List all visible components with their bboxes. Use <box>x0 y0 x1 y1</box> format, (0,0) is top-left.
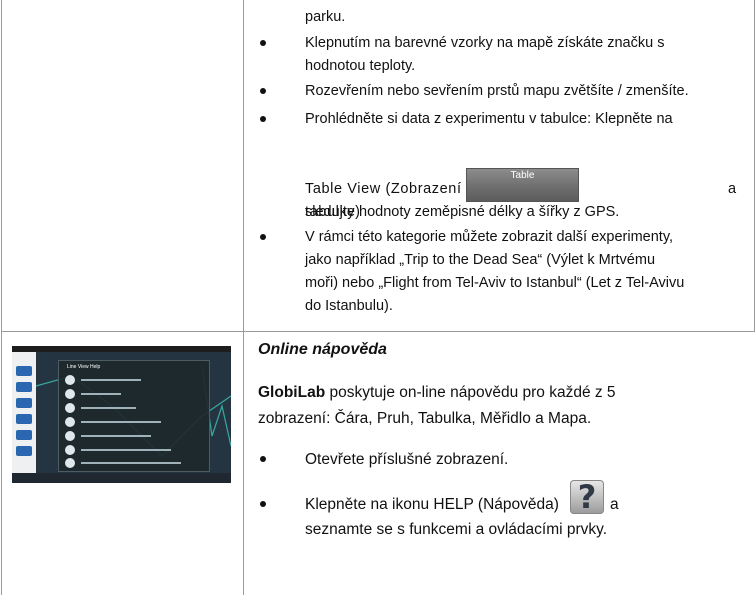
help-icon[interactable]: ? <box>570 478 604 516</box>
table-column-divider <box>243 0 244 595</box>
bullet-text-line: hodnotou teploty. <box>305 58 416 74</box>
thumb-help-row-icon <box>65 417 75 427</box>
bullet <box>260 88 266 94</box>
bullet <box>260 234 266 240</box>
section-heading: Online nápověda <box>258 341 387 358</box>
bullet-text-line: Klepnutím na barevné vzorky na mapě získ… <box>305 35 665 51</box>
bullet-text-line: V rámci této kategorie můžete zobrazit d… <box>305 229 674 245</box>
bullet <box>260 40 266 46</box>
text-word: a <box>610 496 619 513</box>
thumb-help-row-icon <box>65 458 75 468</box>
bullet <box>260 456 266 462</box>
thumb-help-row-text <box>81 421 161 423</box>
table-view-button[interactable]: Table <box>466 168 579 202</box>
bullet-text-line: Prohlédněte si data z experimentu v tabu… <box>305 111 673 127</box>
table-view-button-label: Table <box>510 170 535 181</box>
table-border-right <box>754 0 755 331</box>
bullet-text-line: jako například „Trip to the Dead Sea“ (V… <box>305 252 656 268</box>
thumb-help-row-icon <box>65 375 75 385</box>
bullet <box>260 501 266 507</box>
thumb-help-row-icon <box>65 431 75 441</box>
bullet <box>260 116 266 122</box>
thumb-help-row-text <box>81 393 121 395</box>
thumb-help-row-text <box>81 407 136 409</box>
text-word: a <box>728 181 737 197</box>
bullet-text-line: moři) nebo „Flight from Tel-Aviv to Ista… <box>305 275 685 291</box>
intro-paragraph: GlobiLab poskytuje on-line nápovědu pro … <box>258 380 616 405</box>
thumb-help-row-icon <box>65 445 75 455</box>
thumb-help-panel: Line View Help <box>58 360 210 472</box>
intro-text: poskytuje on-line nápovědu pro každé z 5 <box>325 384 616 401</box>
thumb-panel-title: Line View Help <box>67 364 101 370</box>
thumb-tab-bar <box>12 473 231 483</box>
thumb-help-row-icon <box>65 403 75 413</box>
bullet-text-line: Rozevřením nebo sevřením prstů mapu zvět… <box>305 83 689 99</box>
bullet-text-line: seznamte se s funkcemi a ovládacími prvk… <box>305 521 608 538</box>
table-row-divider <box>1 331 755 332</box>
text-line: parku. <box>305 9 346 25</box>
bullet-text-line: do Istanbulu). <box>305 298 393 314</box>
help-icon-glyph: ? <box>577 478 597 516</box>
intro-paragraph-line: zobrazení: Čára, Pruh, Tabulka, Měřidlo … <box>258 410 592 427</box>
bullet-text-line: Otevřete příslušné zobrazení. <box>305 451 509 468</box>
thumb-help-row-icon <box>65 389 75 399</box>
thumb-help-row-text <box>81 462 181 464</box>
globilab-help-screenshot: Line View Help <box>12 346 231 483</box>
text-line: sledujte hodnoty zeměpisné délky a šířky… <box>305 204 620 220</box>
table-border-left <box>1 0 2 595</box>
thumb-help-row-text <box>81 449 171 451</box>
thumb-help-row-text <box>81 435 151 437</box>
bullet-text-line: Klepněte na ikonu HELP (Nápověda) <box>305 496 559 513</box>
thumb-help-row-text <box>81 379 141 381</box>
app-name: GlobiLab <box>258 384 326 401</box>
document-table: parku. Klepnutím na barevné vzorky na ma… <box>0 0 756 595</box>
